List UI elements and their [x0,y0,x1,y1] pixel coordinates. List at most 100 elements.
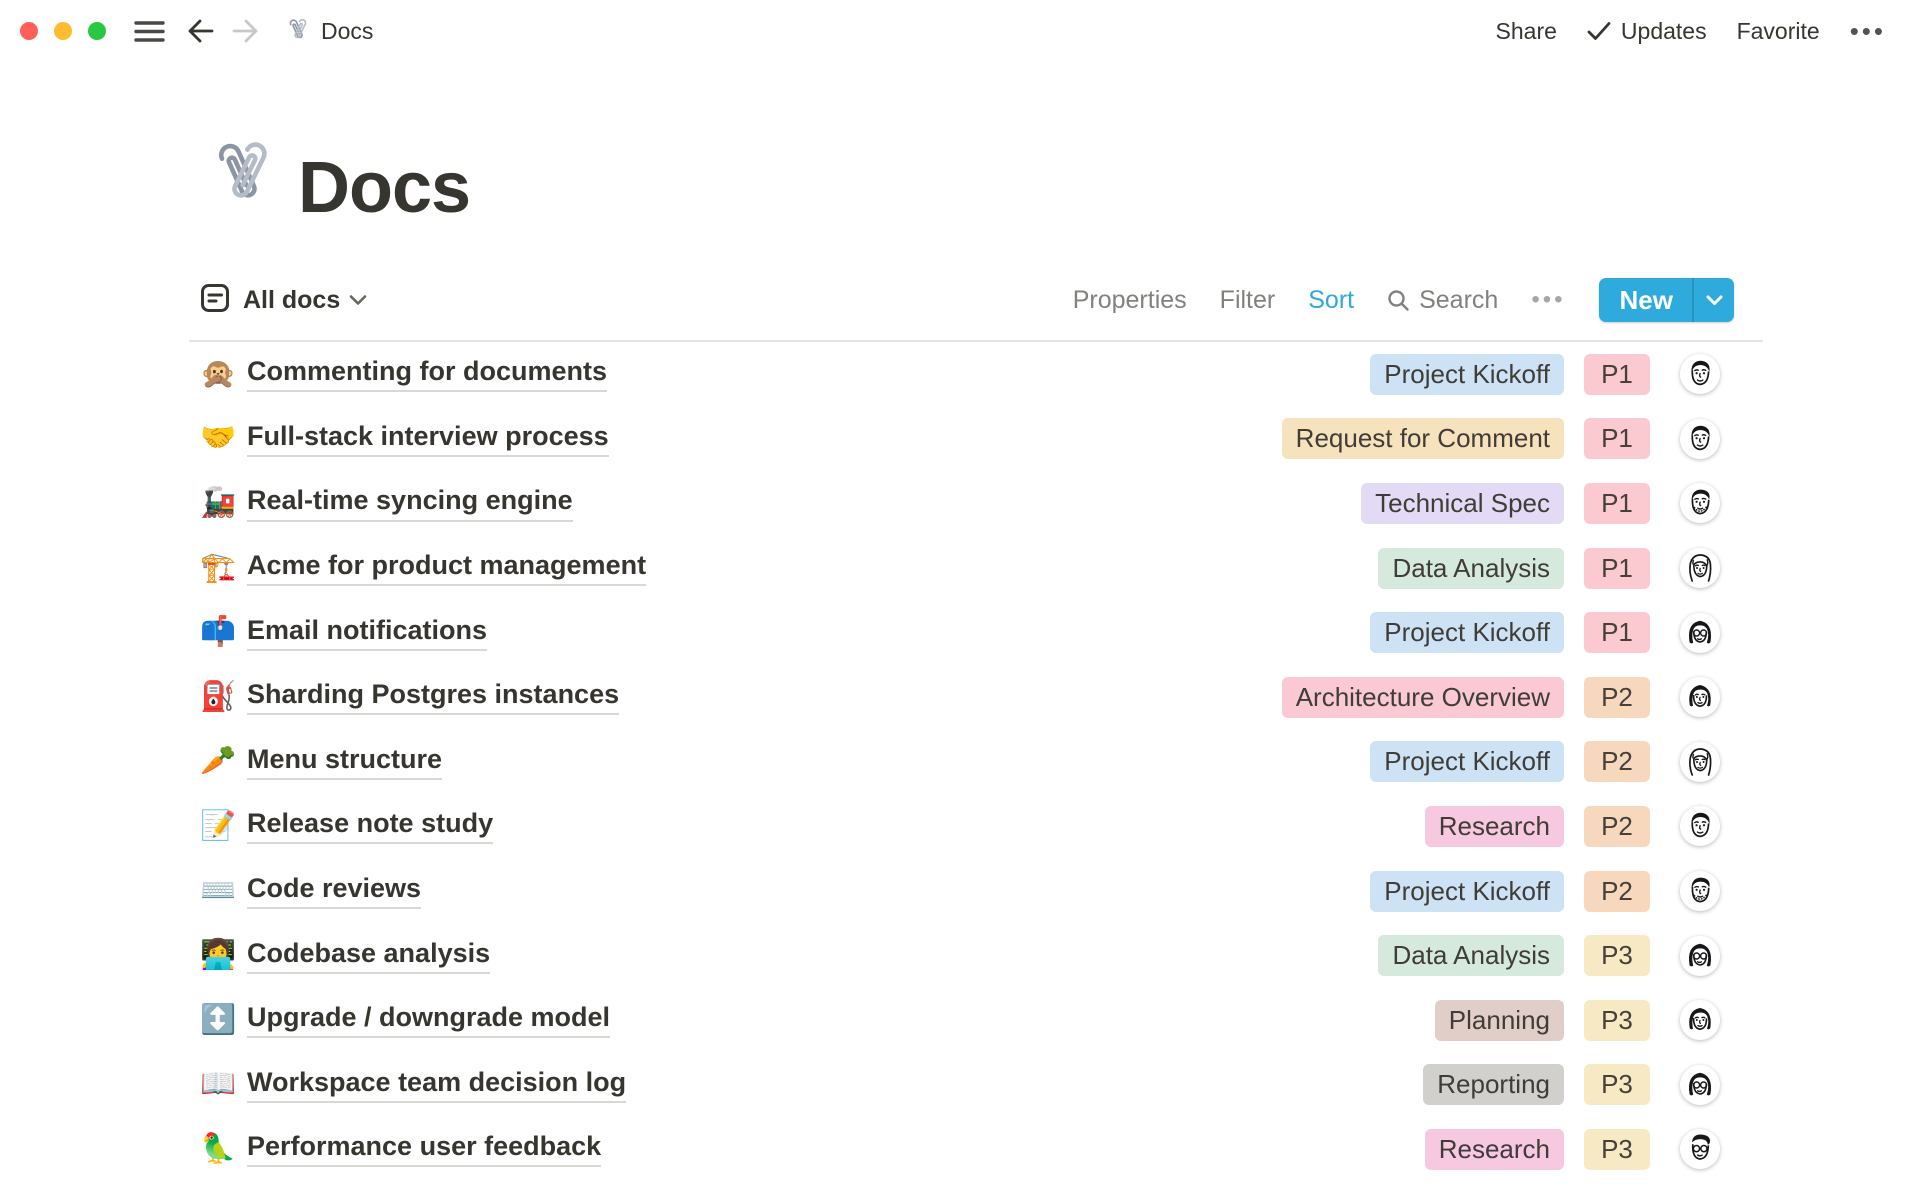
priority-badge[interactable]: P3 [1584,935,1650,976]
priority-badge[interactable]: P1 [1584,354,1650,395]
new-doc-split-button: New [1599,278,1734,322]
doc-title-link[interactable]: Email notifications [247,615,487,651]
table-row[interactable]: 🚂 Real-time syncing engine Technical Spe… [200,471,1734,536]
doc-type-tag[interactable]: Research [1425,1129,1564,1170]
page-title-block: Docs [200,136,1734,224]
favorite-button[interactable]: Favorite [1737,18,1820,45]
assignee-avatar[interactable] [1680,483,1720,523]
table-row[interactable]: ↕️ Upgrade / downgrade model Planning P3 [200,988,1734,1053]
doc-emoji-icon: 📝 [200,812,247,841]
assignee-avatar[interactable] [1680,613,1720,653]
assignee-avatar[interactable] [1680,419,1720,459]
search-label: Search [1419,286,1498,315]
checkmark-icon [1587,21,1611,41]
doc-title-link[interactable]: Performance user feedback [247,1131,601,1167]
back-arrow-icon[interactable] [187,18,215,44]
doc-emoji-icon: 🥕 [200,747,247,776]
assignee-avatar[interactable] [1680,871,1720,911]
doc-type-tag[interactable]: Project Kickoff [1370,871,1564,912]
updates-label: Updates [1621,18,1707,45]
doc-emoji-icon: 👩‍💻 [200,941,247,970]
forward-arrow-icon[interactable] [231,18,259,44]
doc-type-tag[interactable]: Data Analysis [1378,935,1564,976]
share-button[interactable]: Share [1496,18,1557,45]
filter-button[interactable]: Filter [1220,286,1276,315]
doc-title-link[interactable]: Release note study [247,808,493,844]
doc-emoji-icon: 📖 [200,1070,247,1099]
table-row[interactable]: 🥕 Menu structure Project Kickoff P2 [200,730,1734,795]
assignee-avatar[interactable] [1680,936,1720,976]
priority-badge[interactable]: P2 [1584,871,1650,912]
updates-button[interactable]: Updates [1587,18,1707,45]
doc-type-tag[interactable]: Technical Spec [1361,483,1564,524]
priority-badge[interactable]: P3 [1584,1000,1650,1041]
doc-type-tag[interactable]: Request for Comment [1282,418,1564,459]
doc-title-link[interactable]: Real-time syncing engine [247,485,573,521]
table-row[interactable]: ⌨️ Code reviews Project Kickoff P2 [200,859,1734,924]
doc-type-tag[interactable]: Data Analysis [1378,548,1564,589]
doc-type-tag[interactable]: Project Kickoff [1370,741,1564,782]
doc-type-tag[interactable]: Research [1425,806,1564,847]
doc-title-link[interactable]: Sharding Postgres instances [247,679,619,715]
doc-title-link[interactable]: Acme for product management [247,550,646,586]
page-title[interactable]: Docs [298,152,470,224]
new-doc-dropdown-button[interactable] [1694,278,1734,322]
assignee-avatar[interactable] [1680,1129,1720,1169]
zoom-window-button[interactable] [88,22,106,40]
doc-title-link[interactable]: Code reviews [247,873,421,909]
priority-badge[interactable]: P2 [1584,806,1650,847]
close-window-button[interactable] [20,22,38,40]
doc-title-link[interactable]: Upgrade / downgrade model [247,1002,610,1038]
doc-title-link[interactable]: Full-stack interview process [247,421,609,457]
doc-type-tag[interactable]: Project Kickoff [1370,612,1564,653]
view-switcher[interactable]: All docs [200,283,367,318]
doc-type-tag[interactable]: Project Kickoff [1370,354,1564,395]
doc-emoji-icon: ⛽ [200,683,247,712]
table-row[interactable]: 🤝 Full-stack interview process Request f… [200,407,1734,472]
priority-badge[interactable]: P2 [1584,741,1650,782]
priority-badge[interactable]: P3 [1584,1064,1650,1105]
doc-emoji-icon: 🤝 [200,424,247,453]
doc-type-tag[interactable]: Reporting [1423,1064,1564,1105]
table-row[interactable]: 📖 Workspace team decision log Reporting … [200,1053,1734,1118]
assignee-avatar[interactable] [1680,1000,1720,1040]
table-row[interactable]: 🏗️ Acme for product management Data Anal… [200,536,1734,601]
priority-badge[interactable]: P1 [1584,548,1650,589]
doc-type-tag[interactable]: Planning [1435,1000,1564,1041]
doc-emoji-icon: 🙊 [200,360,247,389]
assignee-avatar[interactable] [1680,354,1720,394]
table-row[interactable]: 🦜 Performance user feedback Research P3 [200,1117,1734,1182]
doc-type-tag[interactable]: Architecture Overview [1282,677,1564,718]
priority-badge[interactable]: P3 [1584,1129,1650,1170]
docs-table: 🙊 Commenting for documents Project Kicko… [200,342,1734,1182]
search-button[interactable]: Search [1387,286,1498,315]
doc-title-link[interactable]: Menu structure [247,744,442,780]
assignee-avatar[interactable] [1680,742,1720,782]
doc-title-link[interactable]: Commenting for documents [247,356,607,392]
chevron-down-icon [349,294,367,306]
sidebar-toggle-icon[interactable] [134,20,165,43]
window-titlebar: Docs Share Updates Favorite ••• [0,0,1920,62]
table-row[interactable]: 👩‍💻 Codebase analysis Data Analysis P3 [200,923,1734,988]
properties-button[interactable]: Properties [1073,286,1187,315]
new-doc-button[interactable]: New [1599,278,1692,322]
table-row[interactable]: 🙊 Commenting for documents Project Kicko… [200,342,1734,407]
table-row[interactable]: 📫 Email notifications Project Kickoff P1 [200,600,1734,665]
assignee-avatar[interactable] [1680,677,1720,717]
doc-paperclip-icon [283,17,311,45]
collection-toolbar: All docs Properties Filter Sort Search •… [200,272,1734,328]
table-row[interactable]: 📝 Release note study Research P2 [200,794,1734,859]
priority-badge[interactable]: P1 [1584,418,1650,459]
priority-badge[interactable]: P1 [1584,612,1650,653]
sort-button[interactable]: Sort [1308,286,1354,315]
table-row[interactable]: ⛽ Sharding Postgres instances Architectu… [200,665,1734,730]
minimize-window-button[interactable] [54,22,72,40]
doc-title-link[interactable]: Workspace team decision log [247,1067,626,1103]
assignee-avatar[interactable] [1680,1065,1720,1105]
assignee-avatar[interactable] [1680,548,1720,588]
page-paperclip-icon[interactable] [200,135,280,224]
priority-badge[interactable]: P2 [1584,677,1650,718]
doc-title-link[interactable]: Codebase analysis [247,938,490,974]
priority-badge[interactable]: P1 [1584,483,1650,524]
assignee-avatar[interactable] [1680,806,1720,846]
